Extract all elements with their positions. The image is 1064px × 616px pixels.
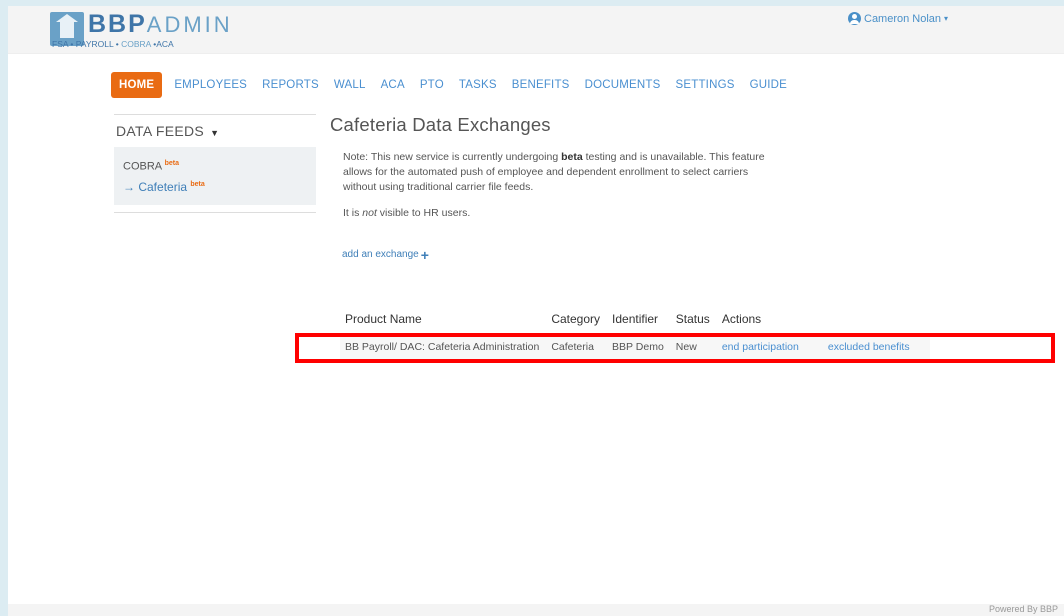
nav-guide[interactable]: GUIDE xyxy=(750,79,787,91)
logo-brand-bold: BBP xyxy=(88,10,147,38)
tagline-suffix: •ACA xyxy=(150,39,174,49)
chevron-down-icon: ▾ xyxy=(944,14,949,23)
footer-bar xyxy=(8,604,1064,616)
data-feeds-dropdown[interactable]: DATA FEEDS ▼ xyxy=(114,115,316,147)
nav-documents[interactable]: DOCUMENTS xyxy=(585,79,661,91)
divider xyxy=(114,211,316,213)
nav-employees[interactable]: EMPLOYEES xyxy=(174,79,247,91)
hr-emphasis: not xyxy=(362,207,377,219)
col-actions: Actions xyxy=(721,312,762,326)
nav-aca[interactable]: ACA xyxy=(381,79,405,91)
user-menu[interactable]: Cameron Nolan ▾ xyxy=(848,12,948,25)
sidebar-item-label: Cafeteria xyxy=(138,179,188,194)
nav-benefits[interactable]: BENEFITS xyxy=(512,79,570,91)
add-exchange-label: add an exchange xyxy=(342,249,419,260)
powered-by-text: Powered By BBP xyxy=(988,604,1058,614)
note-text: Note: This new service is currently unde… xyxy=(343,151,562,163)
end-participation-link[interactable]: end participation xyxy=(716,334,823,359)
main-content: Cafeteria Data Exchanges Note: This new … xyxy=(330,114,1030,359)
tagline-prefix: FSA • PAYROLL • xyxy=(52,39,122,49)
arrow-right-icon: → xyxy=(123,179,135,194)
nav-settings[interactable]: SETTINGS xyxy=(675,79,734,91)
beta-note: Note: This new service is currently unde… xyxy=(343,150,773,195)
col-category: Category xyxy=(551,312,601,326)
cell-identifier: BBP Demo xyxy=(607,334,671,359)
logo-title: BBPADMIN xyxy=(88,10,233,39)
main-nav: HOME EMPLOYEES REPORTS WALL ACA PTO TASK… xyxy=(111,71,802,99)
nav-reports[interactable]: REPORTS xyxy=(262,79,319,91)
tagline-cobra: COBRA xyxy=(121,39,151,49)
excluded-benefits-link[interactable]: excluded benefits xyxy=(822,334,930,359)
header-bar: BBPADMIN FSA • PAYROLL • COBRA •ACA Came… xyxy=(8,6,1064,54)
hr-text-cont: visible to HR users. xyxy=(376,207,471,219)
exchanges-table: Product Name Category Identifier Status … xyxy=(340,306,930,359)
sidebar-menu: COBRA beta → Cafeteria beta xyxy=(114,147,316,205)
user-icon xyxy=(848,12,861,25)
note-bold: beta xyxy=(561,151,583,163)
nav-wall[interactable]: WALL xyxy=(334,79,366,91)
hr-text: It is xyxy=(343,207,363,219)
sidebar-item-cobra[interactable]: COBRA beta xyxy=(123,155,307,176)
col-identifier: Identifier xyxy=(612,312,659,326)
beta-badge: beta xyxy=(190,180,205,188)
logo-tagline: FSA • PAYROLL • COBRA •ACA xyxy=(52,39,174,49)
sidebar-item-cafeteria[interactable]: → Cafeteria beta xyxy=(123,176,307,196)
plus-icon: + xyxy=(420,246,429,263)
sidebar-item-label: COBRA xyxy=(123,160,162,173)
page-title: Cafeteria Data Exchanges xyxy=(330,114,551,135)
cell-status: New xyxy=(670,334,717,359)
cell-category: Cafeteria xyxy=(546,334,608,359)
add-exchange-link[interactable]: add an exchange + xyxy=(342,246,1030,263)
cell-product: BB Payroll/ DAC: Cafeteria Administratio… xyxy=(340,334,547,359)
nav-home[interactable]: HOME xyxy=(111,72,163,98)
beta-badge: beta xyxy=(164,160,179,167)
visibility-note: It is not visible to HR users. xyxy=(343,207,1030,219)
page: BBPADMIN FSA • PAYROLL • COBRA •ACA Came… xyxy=(0,0,1064,616)
logo-brand-light: ADMIN xyxy=(146,12,233,37)
table-header-row: Product Name Category Identifier Status … xyxy=(340,306,930,335)
nav-tasks[interactable]: TASKS xyxy=(459,79,497,91)
sidebar-heading: DATA FEEDS xyxy=(116,123,205,139)
col-status: Status xyxy=(675,312,710,326)
caret-down-icon: ▼ xyxy=(210,128,220,138)
nav-pto[interactable]: PTO xyxy=(420,79,444,91)
bbp-admin-logo[interactable]: BBPADMIN FSA • PAYROLL • COBRA •ACA xyxy=(50,10,256,50)
col-product-name: Product Name xyxy=(345,312,422,326)
table-row: BB Payroll/ DAC: Cafeteria Administratio… xyxy=(340,334,930,359)
sidebar: DATA FEEDS ▼ COBRA beta → Cafeteria beta xyxy=(114,114,316,213)
user-name: Cameron Nolan xyxy=(864,12,942,25)
